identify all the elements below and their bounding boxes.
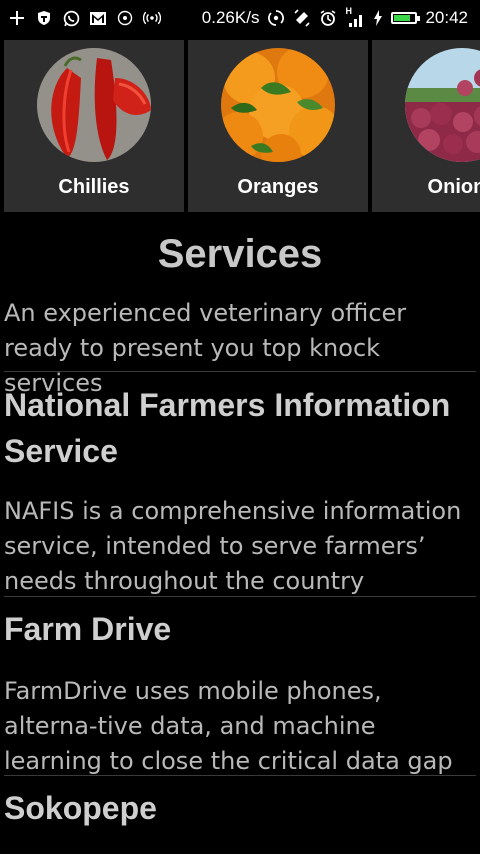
charging-icon (373, 9, 383, 27)
status-bar: 0.26K/s H 20:42 (0, 0, 480, 36)
service-title-farm-drive[interactable]: Farm Drive (4, 606, 476, 652)
onions-image (405, 48, 480, 162)
service-description-farm-drive: FarmDrive uses mobile phones, alterna-ti… (4, 677, 453, 774)
category-card-onions[interactable]: Onions (372, 40, 480, 212)
rotate-lock-icon (293, 9, 311, 27)
hotspot-icon (143, 9, 161, 27)
divider (4, 596, 476, 597)
clock: 20:42 (425, 8, 468, 27)
data-sync-icon (267, 9, 285, 27)
category-carousel[interactable]: Chillies Oranges Onion (4, 40, 480, 212)
service-title-nafis[interactable]: National Farmers Information Service (4, 382, 476, 474)
category-label: Chillies (58, 176, 130, 198)
whatsapp-icon (62, 9, 80, 27)
service-description-nafis: NAFIS is a comprehensive information ser… (4, 497, 462, 594)
signal-icon: H (345, 6, 365, 27)
category-card-oranges[interactable]: Oranges (188, 40, 368, 212)
oranges-image (221, 48, 335, 162)
category-card-chillies[interactable]: Chillies (4, 40, 184, 212)
service-title-sokopepe[interactable]: Sokopepe (4, 785, 476, 831)
app-icon (116, 9, 134, 27)
divider (4, 775, 476, 776)
battery-icon (391, 12, 421, 24)
network-speed: 0.26K/s (201, 8, 260, 27)
services-title: Services (157, 232, 323, 276)
shield-icon (35, 9, 53, 27)
divider (4, 371, 476, 372)
chillies-image (37, 48, 151, 162)
gmail-icon (89, 9, 107, 27)
alarm-icon (319, 9, 337, 27)
plus-icon (8, 9, 26, 27)
category-label: Onions (427, 176, 480, 198)
signal-type: H (345, 6, 352, 16)
category-label: Oranges (237, 176, 319, 198)
